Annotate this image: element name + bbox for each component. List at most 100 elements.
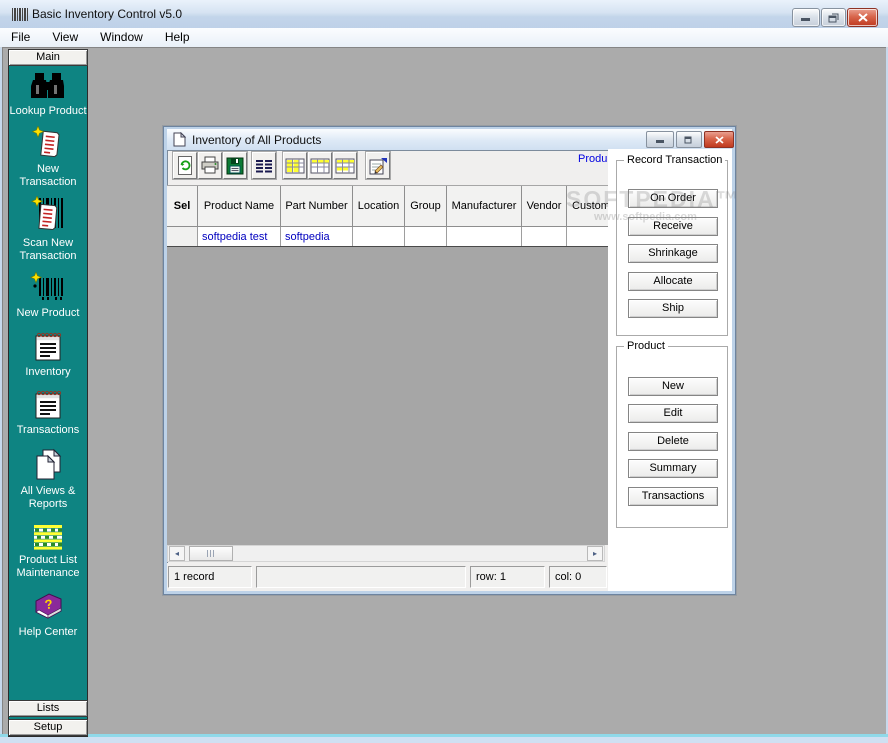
product-summary-button[interactable]: Summary <box>628 459 718 478</box>
floppy-save-icon <box>226 157 244 175</box>
form-edit-icon <box>368 157 388 175</box>
product-delete-button[interactable]: Delete <box>628 432 718 451</box>
scrollbar-thumb[interactable] <box>189 546 233 561</box>
cell-part-number[interactable]: softpedia <box>281 227 353 246</box>
table-highlight-columns-icon <box>285 158 305 174</box>
print-button[interactable] <box>198 152 222 179</box>
child-minimize-button[interactable] <box>646 131 674 148</box>
shrinkage-button[interactable]: Shrinkage <box>628 244 718 263</box>
close-icon <box>715 136 724 144</box>
menu-window[interactable]: Window <box>89 28 154 47</box>
sidebar-item-scan-new-transaction[interactable]: Scan New Transaction <box>8 196 88 263</box>
menu-help[interactable]: Help <box>154 28 201 47</box>
ship-button[interactable]: Ship <box>628 299 718 318</box>
refresh-button[interactable] <box>173 152 197 179</box>
table-highlight-rows-icon <box>335 158 355 174</box>
printer-icon <box>200 156 220 175</box>
status-bar: 1 record row: 1 col: 0 <box>167 563 608 591</box>
child-restore-button[interactable] <box>676 131 702 148</box>
notepad-icon <box>33 389 63 421</box>
product-transactions-button[interactable]: Transactions <box>628 487 718 506</box>
product-link-text[interactable]: Produ <box>578 153 608 166</box>
barcode-new-icon <box>30 272 66 304</box>
cell-location[interactable] <box>353 227 405 246</box>
column-header-location[interactable]: Location <box>353 186 405 227</box>
sidebar-item-help-center[interactable]: ? Help Center <box>8 591 88 639</box>
column-header-sel[interactable]: Sel <box>167 186 198 227</box>
sidebar-item-label: All Views & Reports <box>8 485 88 511</box>
record-transaction-group-title: Record Transaction <box>624 154 725 166</box>
binoculars-icon <box>30 72 66 102</box>
sidebar-item-label: New Product <box>8 307 88 320</box>
minimize-button[interactable] <box>792 8 820 27</box>
frame-bottom <box>0 737 888 743</box>
minimize-icon <box>801 13 811 22</box>
child-close-button[interactable] <box>704 131 734 148</box>
restore-button[interactable] <box>821 8 846 27</box>
status-col-indicator: col: 0 <box>549 566 607 588</box>
sidebar-item-new-transaction[interactable]: New Transaction <box>8 126 88 189</box>
cell-custom[interactable] <box>567 227 608 246</box>
product-new-button[interactable]: New <box>628 377 718 396</box>
striped-list-icon <box>32 523 64 551</box>
sidebar-item-label: Help Center <box>8 626 88 639</box>
document-icon <box>173 132 186 147</box>
cell-vendor[interactable] <box>522 227 567 246</box>
horizontal-scrollbar[interactable]: ◂ ▸ <box>167 545 605 562</box>
sidebar-item-label: Product List Maintenance <box>8 554 88 580</box>
product-edit-button[interactable]: Edit <box>628 404 718 423</box>
sidebar-item-product-list-maintenance[interactable]: Product List Maintenance <box>8 523 88 580</box>
menu-view[interactable]: View <box>41 28 89 47</box>
scroll-left-arrow[interactable]: ◂ <box>169 546 185 561</box>
cell-group[interactable] <box>405 227 447 246</box>
status-row-indicator: row: 1 <box>470 566 545 588</box>
cell-sel[interactable] <box>167 227 198 246</box>
help-book-icon: ? <box>31 591 65 623</box>
cell-product-name[interactable]: softpedia test <box>198 227 281 246</box>
receipt-barcode-icon <box>31 196 65 234</box>
properties-button[interactable] <box>366 152 390 179</box>
status-message <box>256 566 466 588</box>
child-window-title: Inventory of All Products <box>192 133 321 147</box>
sidebar-item-all-views-reports[interactable]: All Views & Reports <box>8 448 88 511</box>
sidebar-item-label: Transactions <box>8 424 88 437</box>
close-icon <box>858 13 868 22</box>
column-header-manufacturer[interactable]: Manufacturer <box>447 186 522 227</box>
sidebar-item-label: New Transaction <box>8 163 88 189</box>
sidebar-item-transactions[interactable]: Transactions <box>8 389 88 437</box>
row-view-button[interactable] <box>252 152 276 179</box>
sidebar-item-lookup-product[interactable]: Lookup Product <box>8 72 88 118</box>
sidebar-tab-main[interactable]: Main <box>8 49 88 66</box>
sidebar-item-inventory[interactable]: Inventory <box>8 331 88 379</box>
sidebar-item-label: Lookup Product <box>8 105 88 118</box>
barcode-app-icon <box>12 8 28 21</box>
sidebar-tab-setup[interactable]: Setup <box>8 719 88 736</box>
grid-view-1-button[interactable] <box>283 152 307 179</box>
scrollbar-grip-icon <box>207 550 216 557</box>
table-row[interactable]: softpedia test softpedia <box>167 227 608 247</box>
column-header-vendor[interactable]: Vendor <box>522 186 567 227</box>
grid-view-2-button[interactable] <box>308 152 332 179</box>
documents-icon <box>33 448 63 482</box>
page-refresh-icon <box>176 155 194 176</box>
allocate-button[interactable]: Allocate <box>628 272 718 291</box>
menu-file[interactable]: File <box>0 28 41 47</box>
title-bar[interactable]: Basic Inventory Control v5.0 <box>0 0 888 29</box>
column-header-product-name[interactable]: Product Name <box>198 186 281 227</box>
application-window: Basic Inventory Control v5.0 File View W… <box>0 0 888 743</box>
watermark-text: SOFTPEDIA™ <box>566 186 741 213</box>
sidebar-item-new-product[interactable]: New Product <box>8 272 88 320</box>
column-header-part-number[interactable]: Part Number <box>281 186 353 227</box>
close-button[interactable] <box>847 8 878 27</box>
column-header-group[interactable]: Group <box>405 186 447 227</box>
menu-bar: File View Window Help <box>0 28 888 48</box>
sidebar-tab-lists[interactable]: Lists <box>8 700 88 717</box>
sidebar-item-label: Inventory <box>8 366 88 379</box>
restore-icon <box>828 13 839 23</box>
cell-manufacturer[interactable] <box>447 227 522 246</box>
save-button[interactable] <box>223 152 247 179</box>
scroll-right-arrow[interactable]: ▸ <box>587 546 603 561</box>
minimize-icon <box>656 136 665 144</box>
sidebar-item-label: Scan New Transaction <box>8 237 88 263</box>
grid-view-3-button[interactable] <box>333 152 357 179</box>
